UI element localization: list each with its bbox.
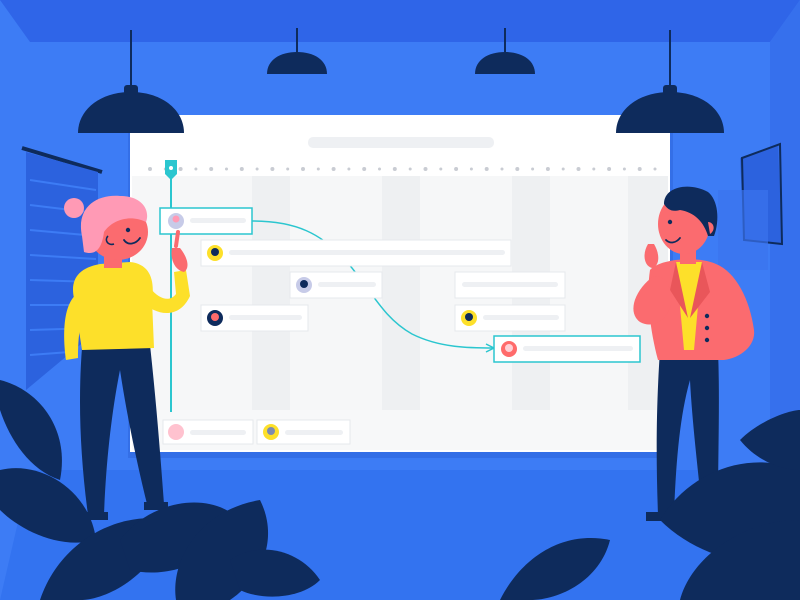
task-card[interactable] — [200, 239, 512, 267]
task-card[interactable] — [162, 419, 254, 445]
timeline-marker — [484, 167, 489, 171]
timeline-marker — [194, 167, 198, 171]
timeline-marker — [347, 167, 351, 171]
timeline-marker — [531, 167, 535, 171]
timeline-marker — [270, 167, 275, 171]
timeline-marker — [378, 167, 381, 171]
timeline-marker — [423, 167, 428, 171]
timeline-marker — [637, 167, 642, 171]
board-window — [128, 115, 673, 458]
board-search-bar — [308, 137, 494, 148]
timeline-marker — [148, 167, 152, 171]
avatar-icon — [168, 424, 184, 440]
timeline-marker — [239, 167, 244, 171]
task-card[interactable] — [256, 419, 351, 445]
timeline-marker — [331, 167, 336, 171]
task-card[interactable] — [159, 207, 253, 235]
timeline-marker — [545, 167, 550, 171]
timeline-marker — [515, 167, 520, 171]
timeline-marker — [408, 167, 412, 171]
timeline-marker — [209, 167, 214, 171]
timeline-marker — [316, 167, 320, 171]
illustration-scene — [0, 0, 800, 600]
timeline-marker — [286, 167, 290, 171]
timeline-marker — [439, 167, 443, 171]
task-card[interactable] — [454, 304, 566, 332]
task-card[interactable] — [200, 304, 309, 332]
scene-svg — [0, 0, 800, 600]
timeline-marker — [500, 167, 504, 171]
timeline-marker — [392, 167, 397, 171]
timeline-marker — [454, 167, 459, 171]
timeline-marker — [178, 167, 183, 171]
timeline-marker — [576, 167, 581, 171]
task-card[interactable] — [454, 271, 566, 299]
timeline-marker — [255, 167, 259, 171]
timeline-marker — [607, 167, 612, 171]
timeline-marker — [301, 167, 305, 171]
task-card[interactable] — [493, 335, 641, 363]
timeline-marker — [561, 167, 565, 171]
timeline-marker — [225, 167, 228, 171]
timeline-marker — [592, 167, 596, 171]
timeline-marker — [653, 167, 657, 171]
ceiling — [0, 0, 800, 42]
task-card[interactable] — [289, 271, 383, 299]
timeline-marker — [362, 167, 367, 171]
timeline-marker — [622, 167, 626, 171]
timeline-marker — [469, 167, 473, 171]
